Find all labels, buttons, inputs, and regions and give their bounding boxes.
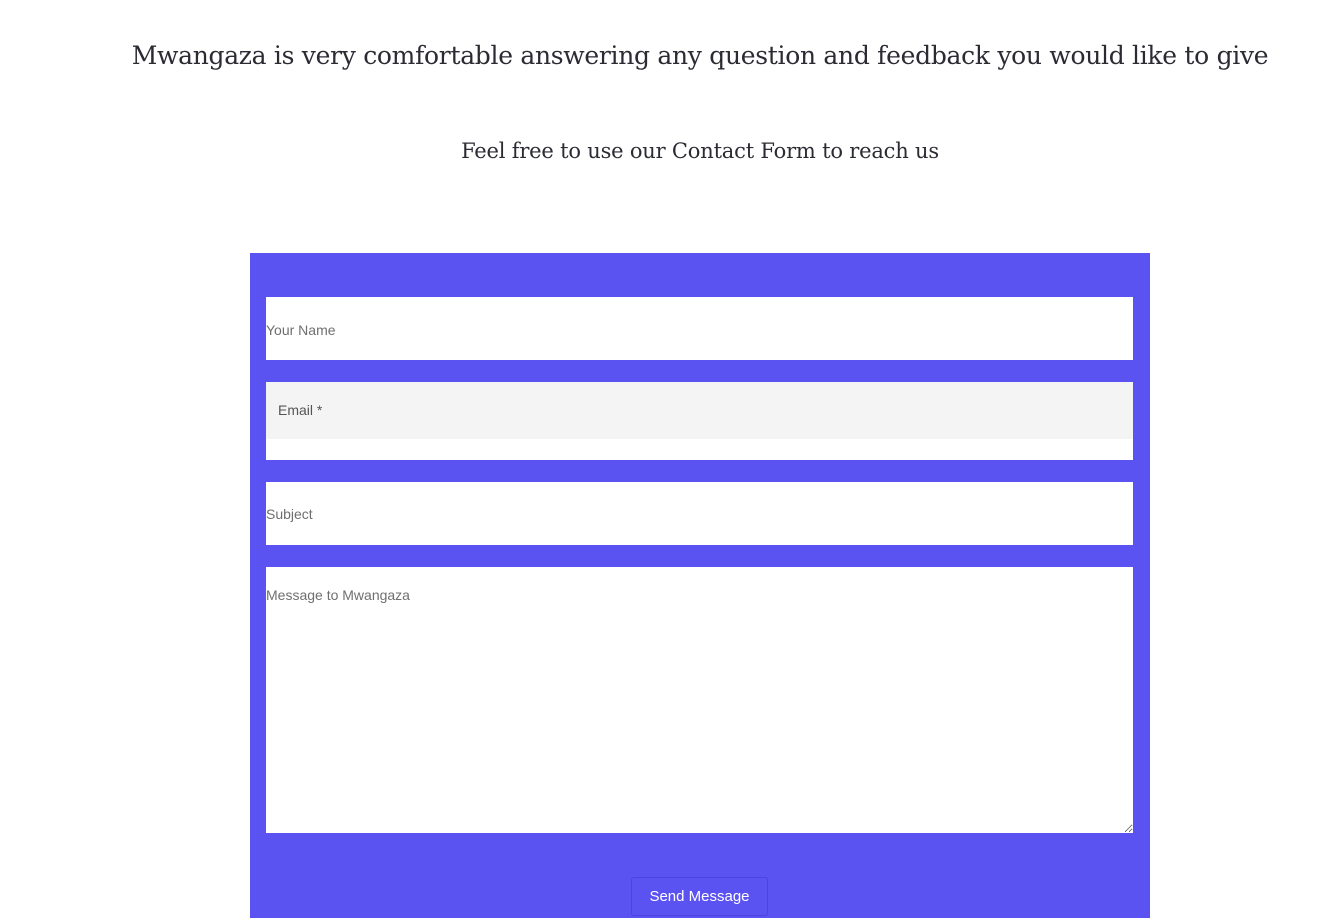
intro-headline: Mwangaza is very comfortable answering a… (131, 41, 1269, 70)
subject-input[interactable] (266, 482, 1133, 545)
email-input[interactable] (266, 382, 1133, 439)
email-field-wrapper (266, 382, 1133, 460)
subject-field-wrapper (266, 482, 1133, 545)
send-message-button[interactable]: Send Message (631, 877, 768, 916)
email-field-background (266, 382, 1133, 439)
intro-subline: Feel free to use our Contact Form to rea… (461, 139, 939, 163)
message-field-wrapper (266, 567, 1133, 833)
message-textarea[interactable] (266, 567, 1133, 833)
contact-form: Send Message (250, 253, 1150, 918)
name-input[interactable] (266, 297, 1133, 360)
name-field-wrapper (266, 297, 1133, 360)
